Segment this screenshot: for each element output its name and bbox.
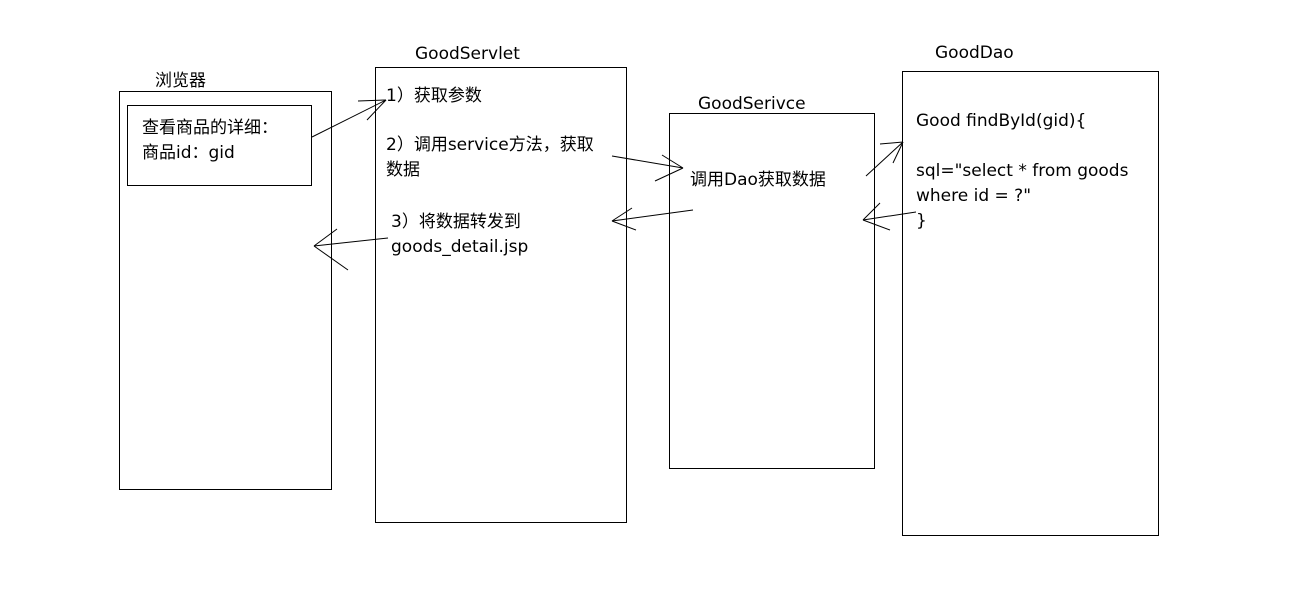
arrow-dao-to-service <box>862 202 917 231</box>
arrow-browser-to-servlet <box>311 99 387 138</box>
arrow-servlet-to-browser <box>313 228 389 271</box>
arrow-service-to-servlet <box>611 207 694 231</box>
arrow-service-to-dao <box>865 141 904 177</box>
arrow-servlet-to-service <box>611 154 684 182</box>
diagram-canvas: 浏览器 查看商品的详细： 商品id：gid GoodServlet 1）获取参数… <box>0 0 1303 604</box>
arrows-layer <box>311 99 917 271</box>
